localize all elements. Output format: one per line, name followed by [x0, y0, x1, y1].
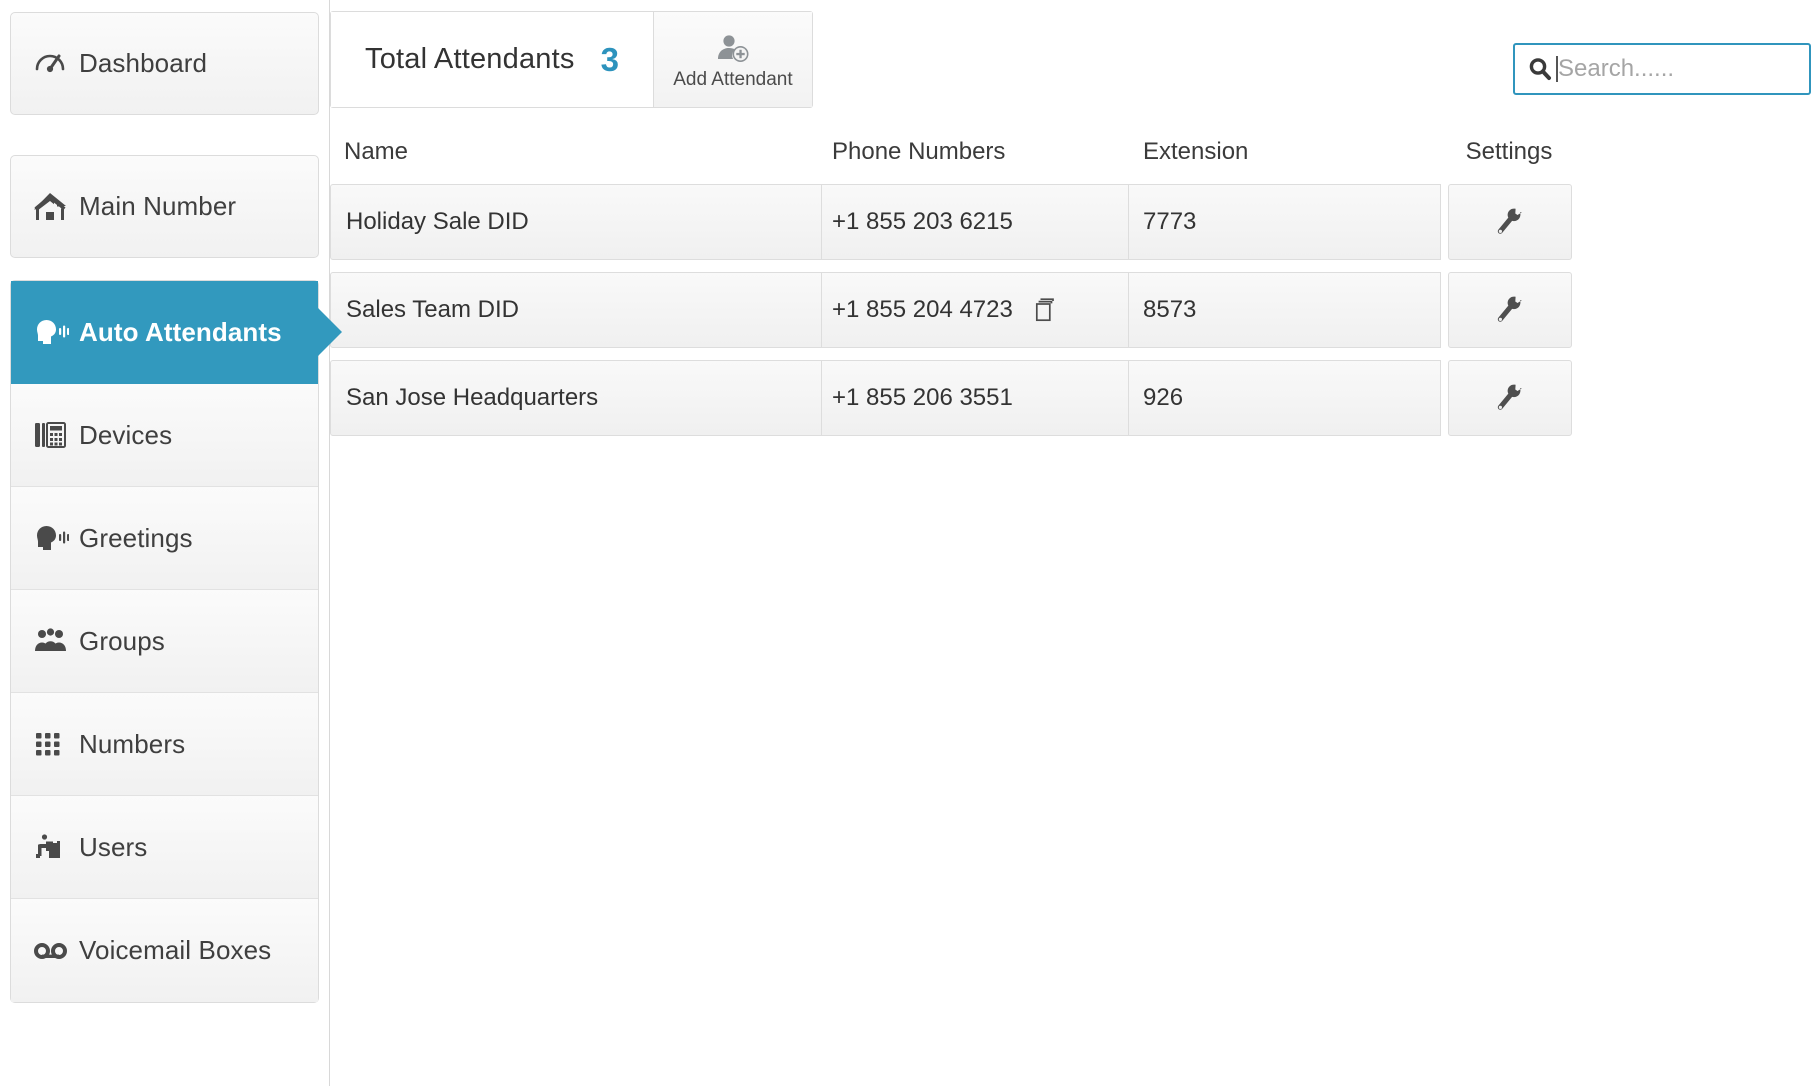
sidebar-item-dashboard[interactable]: Dashboard [10, 12, 319, 115]
search-input[interactable] [1558, 55, 1798, 83]
cell-name: Holiday Sale DID [330, 184, 822, 260]
user-desk-icon [33, 832, 79, 862]
total-attendants-count: 3 [600, 40, 619, 78]
cell-name: San Jose Headquarters [330, 360, 822, 436]
sidebar-item-devices[interactable]: Devices [11, 384, 318, 487]
sidebar-item-main-number[interactable]: Main Number [10, 155, 319, 258]
column-header-name: Name [344, 138, 409, 165]
total-attendants-box: Total Attendants 3 [331, 12, 654, 107]
cell-name: Sales Team DID [330, 272, 822, 348]
users-group-icon [33, 627, 79, 655]
attendant-summary-panel: Total Attendants 3 Add Attendant [330, 11, 813, 108]
cell-extension: 8573 [1129, 272, 1441, 348]
table-header-row: Name Phone Numbers Extension Settings [330, 120, 1814, 184]
column-header-extension: Extension [1143, 138, 1249, 165]
sidebar-item-users[interactable]: Users [11, 796, 318, 899]
header-strip: Total Attendants 3 Add Attendant Search.… [330, 0, 1814, 120]
wrench-icon [1495, 295, 1525, 325]
search-box[interactable] [1513, 43, 1811, 95]
speaking-head-icon [33, 317, 79, 347]
main-content: Total Attendants 3 Add Attendant Search.… [330, 0, 1814, 1086]
row-settings-button[interactable] [1448, 184, 1572, 260]
sidebar-item-label: Users [79, 831, 148, 862]
table-row[interactable]: Sales Team DID +1 855 204 4723 8573 [330, 272, 1814, 348]
add-attendant-button[interactable]: Add Attendant [653, 12, 812, 107]
phone-number-text: +1 855 204 4723 [832, 296, 1013, 323]
copy-icon[interactable] [1035, 297, 1059, 323]
sidebar-item-label: Dashboard [79, 48, 208, 78]
home-icon [33, 191, 79, 223]
attendants-table: Name Phone Numbers Extension Settings Ho… [330, 120, 1814, 448]
sidebar-item-label: Numbers [79, 728, 186, 759]
sidebar-item-voicemail-boxes[interactable]: Voicemail Boxes [11, 899, 318, 1002]
total-attendants-label: Total Attendants [365, 43, 575, 75]
sidebar-item-label: Voicemail Boxes [79, 935, 272, 965]
table-row[interactable]: San Jose Headquarters +1 855 206 3551 92… [330, 360, 1814, 436]
cell-extension: 7773 [1129, 184, 1441, 260]
sidebar-item-greetings[interactable]: Greetings [11, 487, 318, 590]
dashboard-gauge-icon [33, 47, 79, 81]
cell-phone: +1 855 203 6215 [822, 184, 1129, 260]
add-attendant-label: Add Attendant [673, 69, 793, 90]
sidebar-item-auto-attendants[interactable]: Auto Attendants [11, 281, 318, 384]
cell-phone: +1 855 204 4723 [822, 272, 1129, 348]
column-header-phone: Phone Numbers [832, 138, 1006, 165]
auto-attendants-page: Dashboard Main Number Auto Attendants De… [0, 0, 1814, 1086]
sidebar: Dashboard Main Number Auto Attendants De… [0, 0, 330, 1086]
search-icon [1527, 56, 1553, 82]
cell-extension: 926 [1129, 360, 1441, 436]
sidebar-item-numbers[interactable]: Numbers [11, 693, 318, 796]
add-user-icon [716, 34, 750, 62]
sidebar-item-label: Main Number [79, 191, 237, 221]
column-header-settings: Settings [1465, 138, 1553, 165]
sidebar-group: Auto Attendants Devices Greetings Groups… [10, 280, 319, 1003]
cell-phone: +1 855 206 3551 [822, 360, 1129, 436]
sidebar-item-groups[interactable]: Groups [11, 590, 318, 693]
phone-number-text: +1 855 206 3551 [832, 384, 1013, 411]
phone-number-text: +1 855 203 6215 [832, 208, 1013, 235]
sidebar-item-label: Groups [79, 625, 165, 656]
row-settings-button[interactable] [1448, 272, 1572, 348]
sidebar-item-label: Devices [79, 419, 173, 450]
desk-phone-icon [33, 420, 79, 450]
dialpad-grid-icon [33, 729, 79, 759]
row-settings-button[interactable] [1448, 360, 1572, 436]
sidebar-top-spacer [0, 0, 329, 12]
sidebar-item-label: Greetings [79, 522, 193, 553]
sidebar-item-label: Auto Attendants [79, 316, 282, 347]
speaking-head-icon [33, 523, 79, 553]
table-row[interactable]: Holiday Sale DID +1 855 203 6215 7773 [330, 184, 1814, 260]
wrench-icon [1495, 207, 1525, 237]
voicemail-icon [33, 940, 79, 962]
wrench-icon [1495, 383, 1525, 413]
